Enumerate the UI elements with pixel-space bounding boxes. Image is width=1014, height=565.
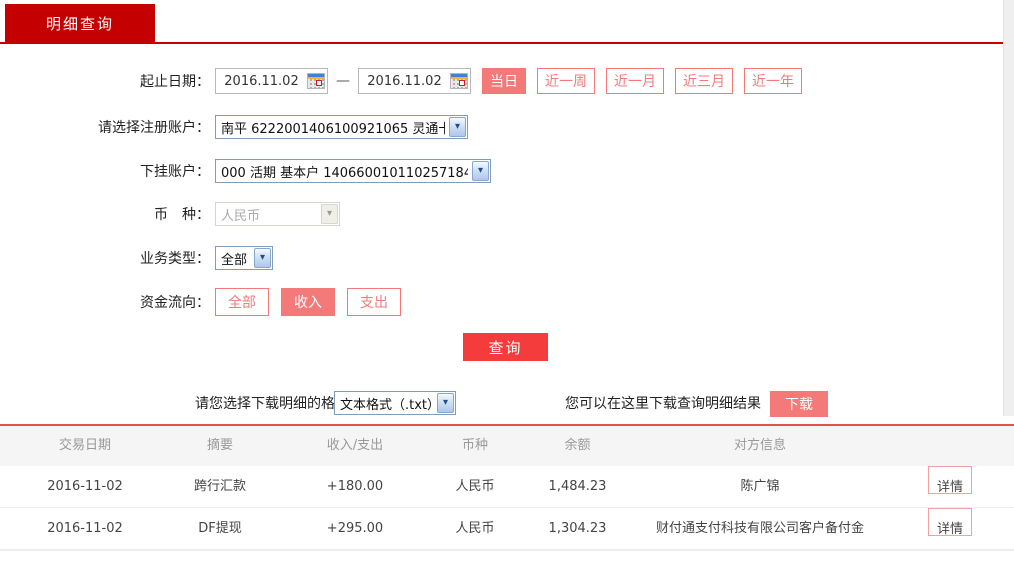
chevron-down-icon[interactable]: ▾ [449,117,466,137]
download-format-value: 文本格式（.txt） [340,394,433,413]
business-type-row: 业务类型： 全部 ▾ [0,244,273,272]
cell-date: 2016-11-02 [25,508,145,549]
fund-flow-expense-button[interactable]: 支出 [347,288,401,316]
fund-flow-all-button[interactable]: 全部 [215,288,269,316]
detail-button[interactable]: 详情 [928,508,972,536]
header-summary: 摘要 [165,426,275,466]
sub-account-select[interactable]: 000 活期 基本户 1406600101102571848 ▾ [215,159,491,183]
fund-flow-row: 资金流向： 全部 收入 支出 [0,288,413,316]
table-header: 交易日期 摘要 收入/支出 币种 余额 对方信息 [0,426,1014,466]
header-balance: 余额 [520,426,635,466]
cell-date: 2016-11-02 [25,466,145,507]
calendar-icon[interactable] [307,73,325,89]
detail-button[interactable]: 详情 [928,466,972,494]
start-date-value: 2016.11.02 [216,74,307,89]
currency-select: 人民币 ▾ [215,202,340,226]
quick-range-today-button[interactable]: 当日 [482,68,526,94]
business-type-select[interactable]: 全部 ▾ [215,246,273,270]
currency-row: 币 种： 人民币 ▾ [0,200,340,228]
cell-currency: 人民币 [420,508,530,549]
date-range-row: 起止日期： 2016.11.02 — 2016.11.02 当日 近一周 近一月… [0,67,802,95]
registered-account-select[interactable]: 南平 6222001406100921065 灵通卡 ▾ [215,115,468,139]
cell-summary: 跨行汇款 [165,466,275,507]
end-date-value: 2016.11.02 [359,74,450,89]
download-button[interactable]: 下载 [770,391,828,417]
header-date: 交易日期 [25,426,145,466]
registered-account-label: 请选择注册账户： [0,117,215,137]
cell-balance: 1,304.23 [520,508,635,549]
quick-range-week-button[interactable]: 近一周 [537,68,595,94]
query-button[interactable]: 查询 [463,333,548,361]
quick-range-quarter-button[interactable]: 近三月 [675,68,733,94]
tab-underline [0,42,1003,44]
chevron-down-icon[interactable]: ▾ [254,248,271,268]
cell-amount: +295.00 [300,508,410,549]
currency-value: 人民币 [221,205,317,224]
business-type-value: 全部 [221,249,250,268]
header-counterparty: 对方信息 [620,426,900,466]
chevron-down-icon[interactable]: ▾ [472,161,489,181]
end-date-input[interactable]: 2016.11.02 [358,68,471,94]
bottom-divider [0,550,1014,551]
cell-summary: DF提现 [165,508,275,549]
registered-account-value: 南平 6222001406100921065 灵通卡 [221,118,445,137]
cell-balance: 1,484.23 [520,466,635,507]
chevron-down-icon[interactable]: ▾ [437,393,454,413]
date-range-label: 起止日期： [0,71,215,91]
chevron-down-icon: ▾ [321,204,338,224]
business-type-label: 业务类型： [0,248,215,268]
quick-range-year-button[interactable]: 近一年 [744,68,802,94]
cell-counterparty: 财付通支付科技有限公司客户备付金 [620,508,900,549]
table-row: 2016-11-02 跨行汇款 +180.00 人民币 1,484.23 陈广锦… [0,466,1014,508]
header-currency: 币种 [420,426,530,466]
sub-account-row: 下挂账户： 000 活期 基本户 1406600101102571848 ▾ [0,157,491,185]
calendar-icon[interactable] [450,73,468,89]
currency-label: 币 种： [0,204,215,224]
tab-detail-query[interactable]: 明细查询 [5,4,155,42]
date-separator: — [336,73,350,89]
header-amount: 收入/支出 [300,426,410,466]
right-gutter [1003,0,1014,416]
table-row: 2016-11-02 DF提现 +295.00 人民币 1,304.23 财付通… [0,508,1014,550]
download-hint: 您可以在这里下载查询明细结果 [565,389,761,417]
fund-flow-label: 资金流向： [0,292,215,312]
download-format-select[interactable]: 文本格式（.txt） ▾ [334,391,456,415]
fund-flow-income-button[interactable]: 收入 [281,288,335,316]
quick-range-month-button[interactable]: 近一月 [606,68,664,94]
cell-currency: 人民币 [420,466,530,507]
cell-counterparty: 陈广锦 [620,466,900,507]
sub-account-value: 000 活期 基本户 1406600101102571848 [221,162,468,181]
start-date-input[interactable]: 2016.11.02 [215,68,328,94]
sub-account-label: 下挂账户： [0,161,215,181]
cell-amount: +180.00 [300,466,410,507]
registered-account-row: 请选择注册账户： 南平 6222001406100921065 灵通卡 ▾ [0,113,468,141]
download-format-label: 请您选择下载明细的格式 [195,389,349,417]
